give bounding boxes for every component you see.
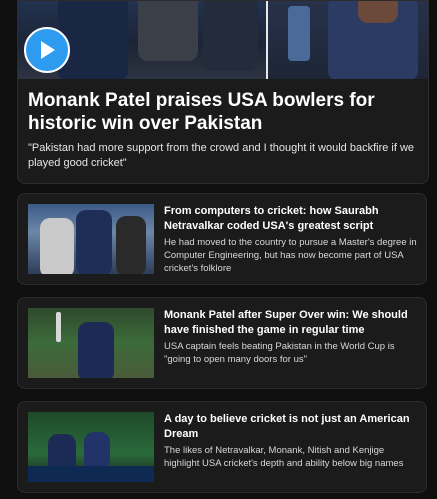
- featured-video-thumbnail[interactable]: [18, 1, 428, 79]
- article-title[interactable]: From computers to cricket: how Saurabh N…: [164, 204, 420, 234]
- article-card[interactable]: From computers to cricket: how Saurabh N…: [17, 193, 427, 285]
- article-thumbnail: [28, 308, 154, 378]
- article-card[interactable]: Monank Patel after Super Over win: We sh…: [17, 297, 427, 389]
- play-button[interactable]: [24, 27, 70, 73]
- thumbnail-press-conference-image: [268, 1, 428, 79]
- article-description: The likes of Netravalkar, Monank, Nitish…: [164, 445, 404, 469]
- featured-article-subtitle: "Pakistan had more support from the crow…: [28, 142, 415, 169]
- featured-article-title[interactable]: Monank Patel praises USA bowlers for his…: [28, 89, 418, 135]
- article-card[interactable]: A day to believe cricket is not just an …: [17, 401, 427, 493]
- article-description: USA captain feels beating Pakistan in th…: [164, 341, 395, 365]
- featured-article-card[interactable]: Monank Patel praises USA bowlers for his…: [17, 0, 429, 184]
- article-description: He had moved to the country to pursue a …: [164, 237, 417, 274]
- article-title[interactable]: Monank Patel after Super Over win: We sh…: [164, 308, 420, 338]
- article-thumbnail: [28, 204, 154, 274]
- article-thumbnail: [28, 412, 154, 482]
- article-title[interactable]: A day to believe cricket is not just an …: [164, 412, 420, 442]
- play-icon: [41, 41, 55, 59]
